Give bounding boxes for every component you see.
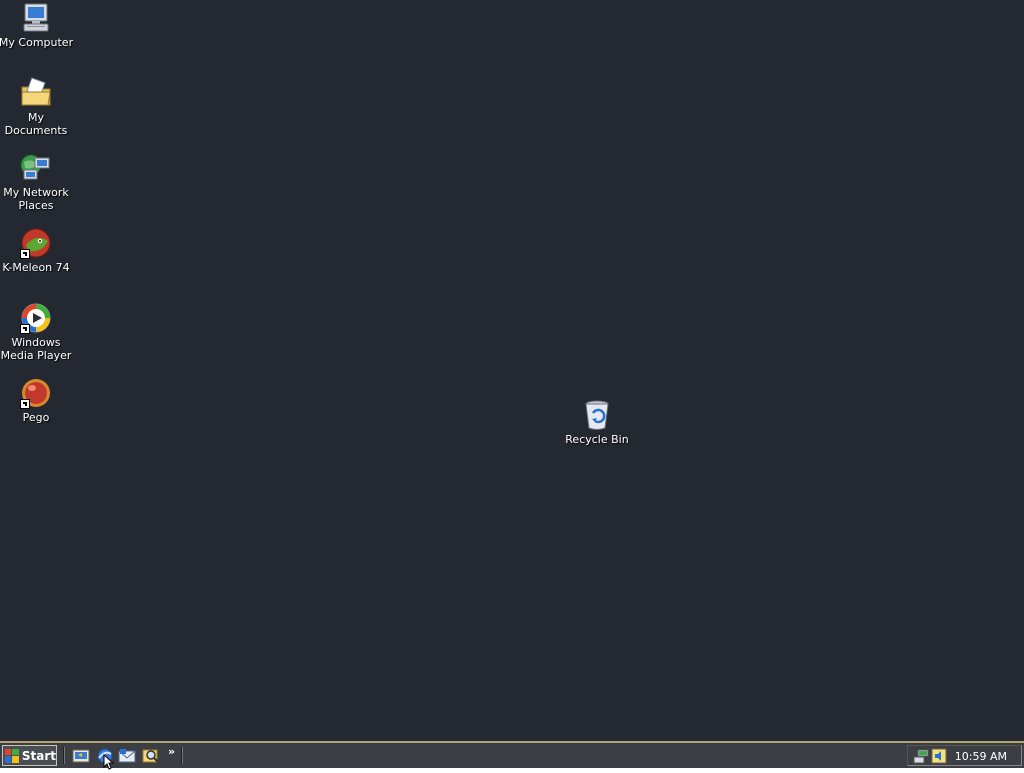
taskbar: Start » 10:59 AM xyxy=(0,741,1024,768)
system-tray: 10:59 AM xyxy=(907,745,1022,766)
recycle-bin-icon xyxy=(581,399,613,431)
shortcut-arrow-icon xyxy=(20,324,30,334)
media-player-label: Windows Media Player xyxy=(0,336,72,362)
pego-icon xyxy=(20,377,52,409)
windows-logo-icon xyxy=(5,748,19,763)
my-computer-icon xyxy=(20,2,52,34)
show-desktop-icon[interactable] xyxy=(72,747,90,765)
shortcut-arrow-icon xyxy=(20,249,30,259)
my-computer-label: My Computer xyxy=(0,36,74,49)
media-player-icon xyxy=(20,302,52,334)
k-meleon-label: K-Meleon 74 xyxy=(2,261,70,274)
mail-icon[interactable] xyxy=(118,747,136,765)
shortcut-arrow-icon xyxy=(20,399,30,409)
taskbar-separator xyxy=(181,747,183,764)
network-places-icon xyxy=(20,152,52,184)
search-icon[interactable] xyxy=(142,747,160,765)
network-tray-icon[interactable] xyxy=(913,748,929,764)
my-documents-label: My Documents xyxy=(4,111,68,137)
clock[interactable]: 10:59 AM xyxy=(955,750,1007,763)
recycle-bin-label: Recycle Bin xyxy=(565,433,629,446)
pego-label: Pego xyxy=(22,411,50,424)
k-meleon-icon xyxy=(20,227,52,259)
k-meleon-shortcut[interactable]: K-Meleon 74 xyxy=(0,227,74,274)
pego-shortcut[interactable]: Pego xyxy=(0,377,74,424)
quick-launch-overflow-chevron[interactable]: » xyxy=(168,745,175,758)
my-computer-shortcut[interactable]: My Computer xyxy=(0,2,74,49)
start-button[interactable]: Start xyxy=(2,745,57,766)
my-documents-icon xyxy=(20,77,52,109)
recycle-bin-shortcut[interactable]: Recycle Bin xyxy=(559,399,635,446)
network-places-shortcut[interactable]: My Network Places xyxy=(0,152,74,212)
taskbar-separator xyxy=(63,747,65,764)
my-documents-shortcut[interactable]: My Documents xyxy=(0,77,74,137)
network-places-label: My Network Places xyxy=(3,186,69,212)
volume-tray-icon[interactable] xyxy=(931,748,947,764)
start-label: Start xyxy=(21,748,56,763)
media-player-shortcut[interactable]: Windows Media Player xyxy=(0,302,74,362)
desktop[interactable]: My Computer My Documents My Network Plac… xyxy=(0,0,1024,741)
